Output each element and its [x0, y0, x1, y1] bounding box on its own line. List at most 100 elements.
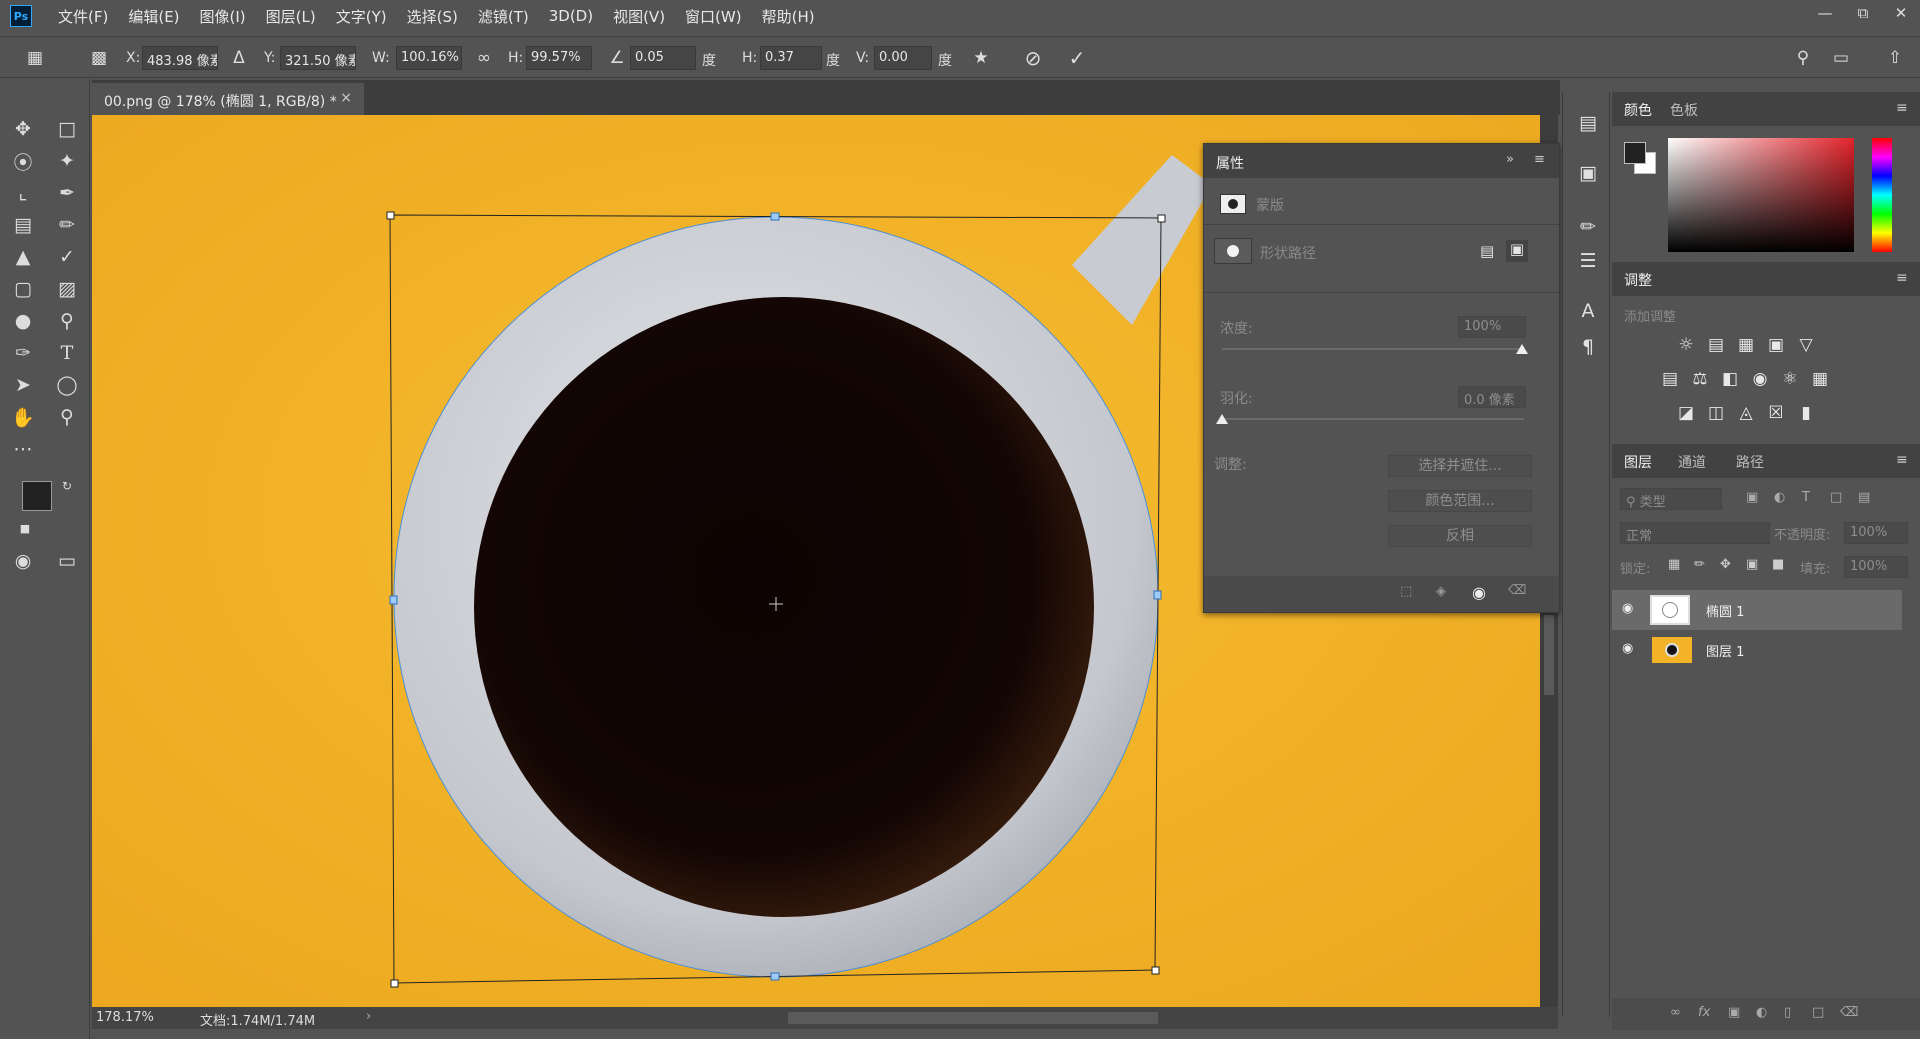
color-panel-menu-icon[interactable]: ≡: [1896, 100, 1908, 116]
crop-tool-icon[interactable]: ⌞: [8, 179, 38, 207]
anchor-bottom[interactable]: [770, 972, 780, 981]
properties-panel-icon[interactable]: ▣: [1575, 160, 1601, 186]
w-field[interactable]: 100.16%: [396, 46, 462, 70]
delete-layer-icon[interactable]: ⌫: [1840, 1005, 1858, 1020]
reference-point-icon[interactable]: ▩: [88, 47, 110, 69]
tab-color[interactable]: 颜色: [1624, 100, 1652, 120]
handle-bottom-right[interactable]: [1151, 966, 1160, 975]
blend-mode-select[interactable]: 正常: [1620, 522, 1770, 544]
tab-swatches[interactable]: 色板: [1670, 100, 1698, 120]
add-mask-icon[interactable]: ▤: [1480, 242, 1494, 260]
filter-smart-icon[interactable]: ▤: [1858, 490, 1870, 505]
hue-slider[interactable]: [1872, 138, 1892, 252]
vibrance-icon[interactable]: ▽: [1794, 334, 1818, 356]
workspace-icon[interactable]: ▭: [1830, 47, 1852, 69]
tab-layers[interactable]: 图层: [1624, 452, 1652, 472]
path-select-tool-icon[interactable]: ➤: [8, 371, 38, 399]
marquee-tool-icon[interactable]: □: [52, 115, 82, 143]
menu-edit[interactable]: 编辑(E): [128, 6, 179, 27]
lock-transparent-icon[interactable]: ▦: [1668, 557, 1680, 572]
apply-mask-icon[interactable]: ◈: [1436, 584, 1446, 599]
layer-style-icon[interactable]: fx: [1698, 1005, 1710, 1020]
quick-select-tool-icon[interactable]: ✦: [52, 147, 82, 175]
vector-mask-icon[interactable]: ▣: [1506, 240, 1528, 262]
zoom-tool-icon[interactable]: ⚲: [52, 403, 82, 431]
adjust-title[interactable]: 调整: [1624, 270, 1652, 290]
menu-layer[interactable]: 图层(L): [266, 6, 316, 27]
gradient-tool-icon[interactable]: ▨: [52, 275, 82, 303]
filter-pixel-icon[interactable]: ▣: [1746, 490, 1758, 505]
h-field[interactable]: 99.57%: [526, 46, 592, 70]
fg-color-chip[interactable]: [1624, 142, 1646, 164]
x-field[interactable]: 483.98 像素: [142, 46, 218, 70]
layer-visibility-icon[interactable]: ◉: [1622, 601, 1633, 616]
invert-button[interactable]: 反相: [1388, 525, 1532, 547]
channel-mixer-icon[interactable]: ⚛: [1778, 368, 1802, 390]
layer-name-ellipse[interactable]: 椭圆 1: [1706, 601, 1744, 620]
shape-path-thumbnail[interactable]: [1214, 238, 1252, 264]
anchor-left[interactable]: [389, 595, 398, 605]
history-panel-icon[interactable]: ▤: [1575, 110, 1601, 136]
density-slider[interactable]: [1222, 348, 1524, 350]
layers-panel-menu-icon[interactable]: ≡: [1896, 452, 1908, 468]
eraser-tool-icon[interactable]: ▢: [8, 275, 38, 303]
curves-icon[interactable]: ▦: [1734, 334, 1758, 356]
panel-menu-icon[interactable]: ≡: [1534, 152, 1545, 167]
posterize-icon[interactable]: ◫: [1704, 402, 1728, 424]
cancel-transform-icon[interactable]: ⊘: [1022, 46, 1044, 70]
opacity-field[interactable]: 100%: [1844, 522, 1908, 544]
move-tool-icon[interactable]: ✥: [8, 115, 38, 143]
color-lookup-icon[interactable]: ▦: [1808, 368, 1832, 390]
feather-slider-thumb[interactable]: [1216, 414, 1228, 424]
handle-top-right[interactable]: [1157, 214, 1166, 223]
fill-field[interactable]: 100%: [1844, 556, 1908, 578]
menu-file[interactable]: 文件(F): [58, 6, 108, 27]
handle-bottom-left[interactable]: [390, 979, 399, 988]
swap-colors-icon[interactable]: ↻: [58, 477, 76, 495]
blur-tool-icon[interactable]: ●: [8, 307, 38, 335]
filter-adjust-icon[interactable]: ◐: [1774, 490, 1785, 505]
load-selection-icon[interactable]: ⬚: [1400, 584, 1412, 599]
menu-filter[interactable]: 滤镜(T): [478, 6, 529, 27]
close-icon[interactable]: ✕: [1882, 0, 1920, 26]
lock-pixels-icon[interactable]: ✏: [1694, 557, 1705, 572]
select-and-mask-button[interactable]: 选择并遮住...: [1388, 455, 1532, 477]
brushes-panel-icon[interactable]: ☰: [1575, 248, 1601, 274]
filter-type-icon[interactable]: T: [1802, 490, 1810, 505]
layer-name-layer1[interactable]: 图层 1: [1706, 641, 1744, 660]
minimize-icon[interactable]: —: [1806, 0, 1844, 26]
brush-tool-icon[interactable]: ✏: [52, 211, 82, 239]
zoom-level[interactable]: 178.17%: [96, 1010, 154, 1025]
paragraph-panel-icon[interactable]: ¶: [1575, 334, 1601, 360]
exposure-icon[interactable]: ▣: [1764, 334, 1788, 356]
layer-visibility-icon[interactable]: ◉: [1622, 641, 1633, 656]
brightness-icon[interactable]: ☼: [1674, 334, 1698, 356]
angle-field[interactable]: 0.05: [630, 46, 696, 70]
layer-row-layer1[interactable]: ◉ 图层 1: [1612, 630, 1902, 670]
color-balance-icon[interactable]: ⚖: [1688, 368, 1712, 390]
pen-tool-icon[interactable]: ✑: [8, 339, 38, 367]
search-icon[interactable]: ⚲: [1792, 47, 1814, 69]
feather-field[interactable]: 0.0 像素: [1458, 386, 1526, 408]
anchor-right[interactable]: [1153, 590, 1162, 600]
selective-color-icon[interactable]: ☒: [1764, 402, 1788, 424]
share-icon[interactable]: ⇧: [1884, 47, 1906, 69]
tab-channels[interactable]: 通道: [1678, 452, 1706, 472]
y-field[interactable]: 321.50 像素: [280, 46, 356, 70]
hand-tool-icon[interactable]: ✋: [8, 403, 38, 431]
add-layer-mask-icon[interactable]: ▣: [1728, 1005, 1740, 1020]
hue-saturation-icon[interactable]: ▤: [1658, 368, 1682, 390]
anchor-top[interactable]: [770, 212, 780, 221]
color-picker-field[interactable]: [1668, 138, 1854, 252]
lock-artboard-icon[interactable]: ▣: [1746, 557, 1758, 572]
invert-icon[interactable]: ◪: [1674, 402, 1698, 424]
commit-transform-icon[interactable]: ✓: [1066, 46, 1088, 70]
visibility-icon[interactable]: ◉: [1472, 583, 1486, 602]
more-tools-icon[interactable]: ⋯: [8, 435, 38, 463]
healing-brush-tool-icon[interactable]: ▤: [8, 211, 38, 239]
horizontal-scroll-thumb[interactable]: [788, 1012, 1158, 1024]
link-icon[interactable]: ∞: [473, 47, 495, 69]
restore-icon[interactable]: ⧉: [1844, 0, 1882, 26]
type-tool-icon[interactable]: T: [52, 339, 82, 367]
threshold-icon[interactable]: ◬: [1734, 402, 1758, 424]
